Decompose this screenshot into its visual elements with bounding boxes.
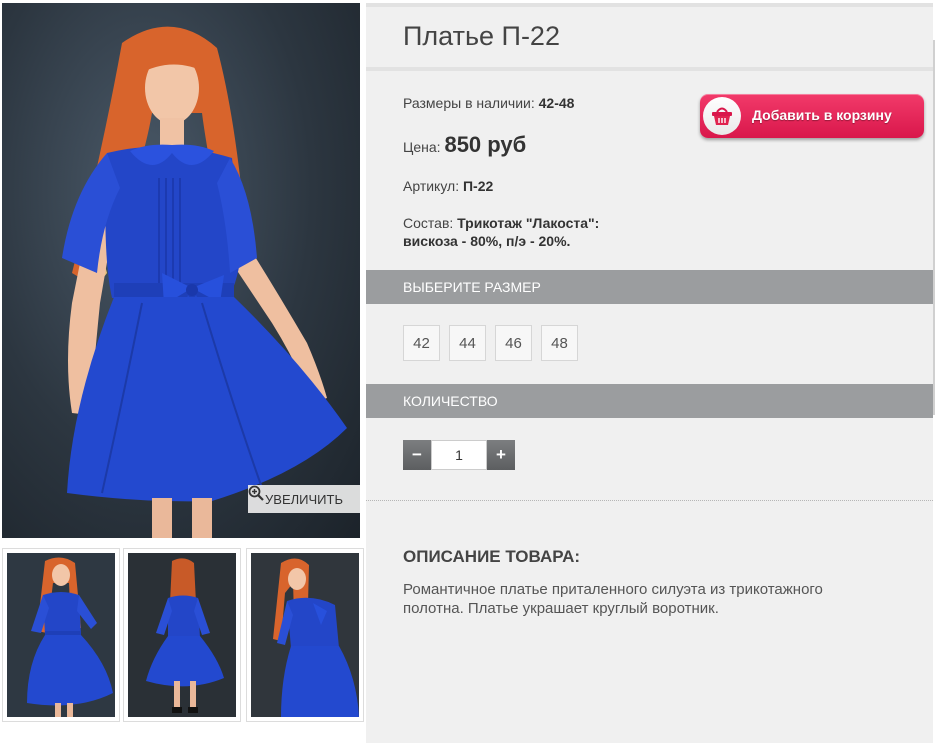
magnifier-plus-icon [248,485,264,501]
price: Цена: 850 руб [403,132,526,158]
size-option-42[interactable]: 42 [403,325,440,361]
composition-label: Состав: [403,215,454,231]
zoom-label: УВЕЛИЧИТЬ [265,491,343,507]
thumbnail-2[interactable] [123,548,241,722]
size-options: 42 44 46 48 [403,325,578,361]
thumbnail-side-illustration [251,553,359,717]
price-label: Цена: [403,139,441,155]
panel-edge-divider [933,40,935,415]
product-title: Платье П-22 [403,21,560,51]
thumbnail-front-illustration [7,553,115,717]
article-value: П-22 [462,178,494,194]
size-option-46[interactable]: 46 [495,325,532,361]
composition-value-line1: Трикотаж "Лакоста": [457,215,600,231]
title-bar: Платье П-22 [366,3,933,71]
basket-icon-circle [703,97,741,135]
section-divider [366,500,933,501]
thumbnail-3[interactable] [246,548,364,722]
size-section-header: ВЫБЕРИТЕ РАЗМЕР [366,270,933,304]
description-text: Романтичное платье приталенного силуэта … [403,581,823,617]
price-value: 850 руб [444,132,527,157]
product-details-panel: Платье П-22 Размеры в наличии: 42-48 Цен… [366,3,933,743]
quantity-input[interactable] [431,440,487,470]
zoom-button[interactable]: УВЕЛИЧИТЬ [248,485,360,513]
thumbnail-back-illustration [128,553,236,717]
sizes-available: Размеры в наличии: 42-48 [403,95,574,111]
quantity-plus-button[interactable]: + [487,440,515,470]
size-option-48[interactable]: 48 [541,325,578,361]
add-to-cart-label: Добавить в корзину [752,107,892,123]
description-title: ОПИСАНИЕ ТОВАРА: [403,547,581,566]
quantity-minus-button[interactable]: − [403,440,431,470]
dress-photo-illustration [62,26,347,538]
add-to-cart-button[interactable]: Добавить в корзину [700,94,924,138]
sizes-available-label: Размеры в наличии: [403,95,535,111]
article: Артикул: П-22 [403,178,493,194]
size-option-44[interactable]: 44 [449,325,486,361]
quantity-stepper: − + [403,440,515,470]
thumbnail-1[interactable] [2,548,120,722]
main-product-photo[interactable]: УВЕЛИЧИТЬ [2,3,360,538]
composition: Состав: Трикотаж "Лакоста": вискоза - 80… [403,214,599,250]
composition-value-line2: вискоза - 80%, п/э - 20%. [403,233,571,249]
thumbnail-strip [2,548,364,722]
basket-icon [712,107,732,125]
sizes-available-value: 42-48 [538,95,575,111]
quantity-section-header: КОЛИЧЕСТВО [366,384,933,418]
article-label: Артикул: [403,178,460,194]
